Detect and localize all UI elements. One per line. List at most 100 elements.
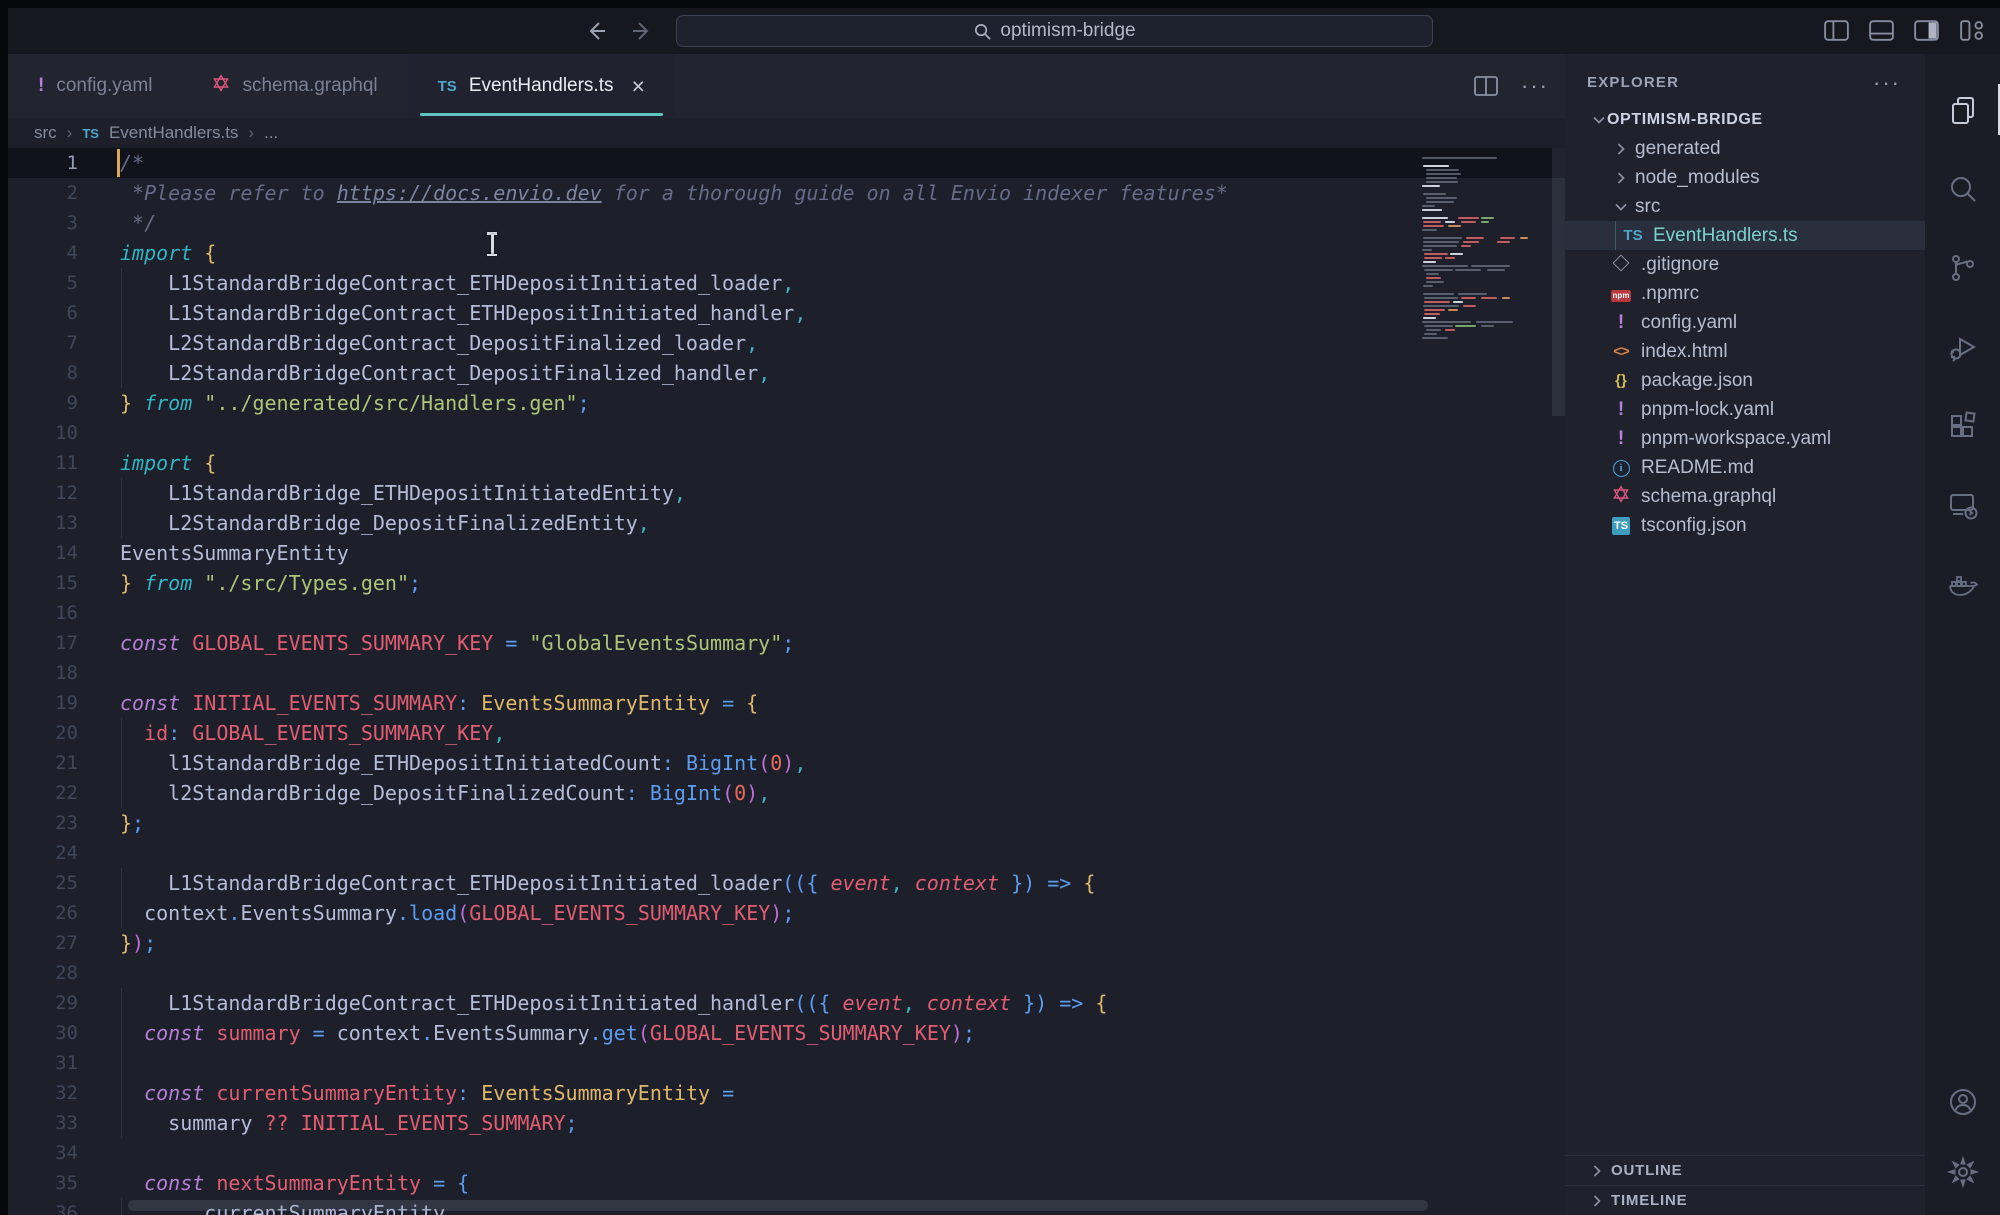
- account-icon[interactable]: [1925, 1067, 2000, 1137]
- tree-item-src[interactable]: src: [1565, 192, 1925, 221]
- tab-config-yaml[interactable]: !config.yaml: [8, 54, 182, 118]
- code-line-2[interactable]: 2 *Please refer to https://docs.envio.de…: [8, 178, 1565, 208]
- horizontal-scrollbar[interactable]: [128, 1200, 1428, 1211]
- code-line-5[interactable]: 5 L1StandardBridgeContract_ETHDepositIni…: [8, 268, 1565, 298]
- indent-guide: [121, 268, 122, 388]
- code-line-18[interactable]: 18: [8, 658, 1565, 688]
- search-icon[interactable]: [1925, 149, 2000, 228]
- tree-root-optimism-bridge[interactable]: OPTIMISM-BRIDGE: [1565, 105, 1925, 134]
- extensions-icon[interactable]: [1925, 386, 2000, 465]
- line-number: 3: [8, 208, 78, 238]
- tree-item--gitignore[interactable]: .gitignore: [1565, 250, 1925, 279]
- code-line-32[interactable]: 32 const currentSummaryEntity: EventsSum…: [8, 1078, 1565, 1108]
- forward-arrow-icon[interactable]: [628, 17, 658, 45]
- chevron-down-icon: [1591, 112, 1607, 128]
- code-line-21[interactable]: 21 l1StandardBridge_ETHDepositInitiatedC…: [8, 748, 1565, 778]
- code-line-19[interactable]: 19const INITIAL_EVENTS_SUMMARY: EventsSu…: [8, 688, 1565, 718]
- line-number: 11: [8, 448, 78, 478]
- code-line-7[interactable]: 7 L2StandardBridgeContract_DepositFinali…: [8, 328, 1565, 358]
- back-arrow-icon[interactable]: [580, 17, 610, 45]
- code-line-13[interactable]: 13 L2StandardBridge_DepositFinalizedEnti…: [8, 508, 1565, 538]
- code-line-11[interactable]: 11import {: [8, 448, 1565, 478]
- search-icon: [973, 22, 992, 41]
- code-line-27[interactable]: 27});: [8, 928, 1565, 958]
- customize-layout-icon[interactable]: [1957, 16, 1986, 45]
- panel-outline[interactable]: OUTLINE: [1565, 1155, 1925, 1185]
- indent-guide: [121, 1198, 122, 1215]
- sidebar-title: EXPLORER: [1587, 74, 1679, 91]
- code-line-30[interactable]: 30 const summary = context.EventsSummary…: [8, 1018, 1565, 1048]
- code-line-26[interactable]: 26 context.EventsSummary.load(GLOBAL_EVE…: [8, 898, 1565, 928]
- tree-item-generated[interactable]: generated: [1565, 134, 1925, 163]
- code-line-9[interactable]: 9} from "../generated/src/Handlers.gen";: [8, 388, 1565, 418]
- code-line-10[interactable]: 10: [8, 418, 1565, 448]
- code-line-6[interactable]: 6 L1StandardBridgeContract_ETHDepositIni…: [8, 298, 1565, 328]
- docker-icon[interactable]: [1925, 544, 2000, 623]
- line-number: 34: [8, 1138, 78, 1168]
- code-line-1[interactable]: 1/*: [8, 148, 1565, 178]
- tsconfig-icon: TS: [1612, 517, 1630, 535]
- toggle-secondary-sidebar-icon[interactable]: [1912, 16, 1941, 45]
- close-tab-icon[interactable]: ×: [632, 75, 645, 98]
- code-line-24[interactable]: 24: [8, 838, 1565, 868]
- tree-item--npmrc[interactable]: npm.npmrc: [1565, 279, 1925, 308]
- code-line-25[interactable]: 25 L1StandardBridgeContract_ETHDepositIn…: [8, 868, 1565, 898]
- command-center-search[interactable]: optimism-bridge: [676, 15, 1433, 47]
- tree-item-index-html[interactable]: <>index.html: [1565, 337, 1925, 366]
- code-line-17[interactable]: 17const GLOBAL_EVENTS_SUMMARY_KEY = "Glo…: [8, 628, 1565, 658]
- line-number: 16: [8, 598, 78, 628]
- vertical-scrollbar[interactable]: [1552, 148, 1565, 416]
- explorer-more-icon[interactable]: ···: [1873, 78, 1901, 88]
- code-line-22[interactable]: 22 l2StandardBridge_DepositFinalizedCoun…: [8, 778, 1565, 808]
- line-number: 35: [8, 1168, 78, 1198]
- chevron-right-icon: [1613, 170, 1629, 186]
- minimap[interactable]: [1419, 156, 1549, 556]
- remote-explorer-icon[interactable]: [1925, 465, 2000, 544]
- run-debug-icon[interactable]: [1925, 307, 2000, 386]
- graphql-icon: [1612, 490, 1630, 507]
- code-line-20[interactable]: 20 id: GLOBAL_EVENTS_SUMMARY_KEY,: [8, 718, 1565, 748]
- tree-item-readme-md[interactable]: iREADME.md: [1565, 453, 1925, 482]
- activity-bar: [1925, 54, 2000, 1215]
- code-line-23[interactable]: 23};: [8, 808, 1565, 838]
- line-number: 4: [8, 238, 78, 268]
- code-line-16[interactable]: 16: [8, 598, 1565, 628]
- tree-item-node-modules[interactable]: node_modules: [1565, 163, 1925, 192]
- code-line-34[interactable]: 34: [8, 1138, 1565, 1168]
- tree-item-schema-graphql[interactable]: schema.graphql: [1565, 482, 1925, 511]
- line-number: 8: [8, 358, 78, 388]
- code-line-4[interactable]: 4import {: [8, 238, 1565, 268]
- breadcrumb-item[interactable]: EventHandlers.ts: [109, 123, 238, 143]
- tree-item-pnpm-workspace-yaml[interactable]: !pnpm-workspace.yaml: [1565, 424, 1925, 453]
- breadcrumb-item[interactable]: ...: [264, 123, 278, 143]
- panel-timeline[interactable]: TIMELINE: [1565, 1185, 1925, 1215]
- toggle-primary-sidebar-icon[interactable]: [1822, 16, 1851, 45]
- npm-icon: npm: [1611, 290, 1631, 302]
- source-control-icon[interactable]: [1925, 228, 2000, 307]
- code-editor[interactable]: 1/*2 *Please refer to https://docs.envio…: [8, 148, 1565, 1215]
- code-line-14[interactable]: 14EventsSummaryEntity: [8, 538, 1565, 568]
- code-line-3[interactable]: 3 */: [8, 208, 1565, 238]
- split-editor-icon[interactable]: [1473, 75, 1499, 97]
- tree-item-eventhandlers-ts[interactable]: TSEventHandlers.ts: [1565, 221, 1925, 250]
- code-line-8[interactable]: 8 L2StandardBridgeContract_DepositFinali…: [8, 358, 1565, 388]
- tree-item-config-yaml[interactable]: !config.yaml: [1565, 308, 1925, 337]
- breadcrumb-item[interactable]: src: [34, 123, 57, 143]
- more-actions-icon[interactable]: ···: [1521, 81, 1549, 91]
- code-line-29[interactable]: 29 L1StandardBridgeContract_ETHDepositIn…: [8, 988, 1565, 1018]
- code-line-31[interactable]: 31: [8, 1048, 1565, 1078]
- code-line-28[interactable]: 28: [8, 958, 1565, 988]
- tab-schema-graphql[interactable]: schema.graphql: [182, 54, 407, 118]
- settings-icon[interactable]: [1925, 1137, 2000, 1207]
- tree-item-package-json[interactable]: {}package.json: [1565, 366, 1925, 395]
- code-line-12[interactable]: 12 L1StandardBridge_ETHDepositInitiatedE…: [8, 478, 1565, 508]
- code-line-15[interactable]: 15} from "./src/Types.gen";: [8, 568, 1565, 598]
- layout-controls: [1822, 16, 1986, 45]
- toggle-panel-icon[interactable]: [1867, 16, 1896, 45]
- code-line-35[interactable]: 35 const nextSummaryEntity = {: [8, 1168, 1565, 1198]
- tree-item-tsconfig-json[interactable]: TStsconfig.json: [1565, 511, 1925, 540]
- tree-item-pnpm-lock-yaml[interactable]: !pnpm-lock.yaml: [1565, 395, 1925, 424]
- tab-eventhandlers-ts[interactable]: TSEventHandlers.ts×: [408, 54, 675, 118]
- explorer-icon[interactable]: [1925, 70, 2000, 149]
- code-line-33[interactable]: 33 summary ?? INITIAL_EVENTS_SUMMARY;: [8, 1108, 1565, 1138]
